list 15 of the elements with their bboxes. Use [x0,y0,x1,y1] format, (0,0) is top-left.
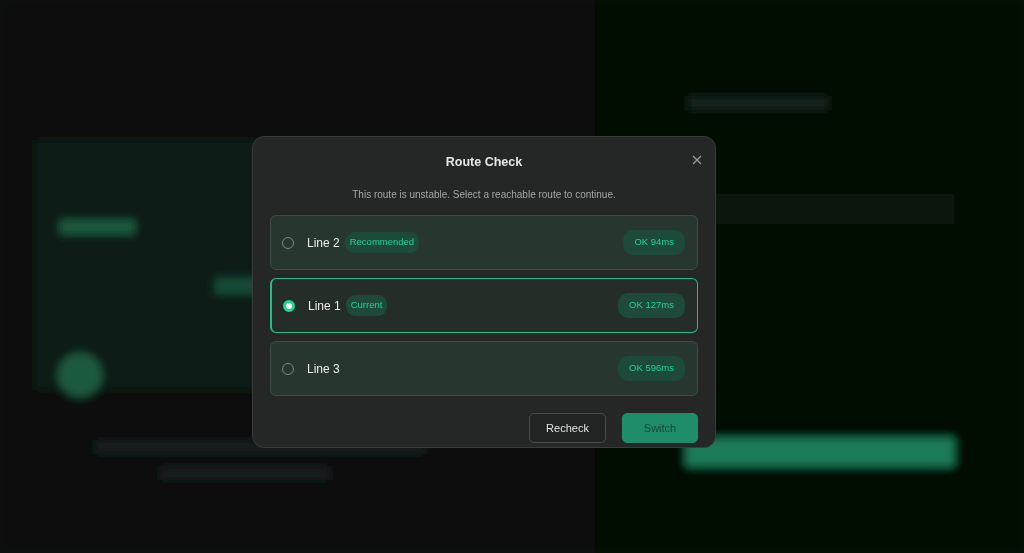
route-option[interactable]: Line 1 Current OK 127ms [270,278,698,333]
dialog-title: Route Check [445,154,523,171]
route-tag: Recommended [344,232,420,253]
radio-button[interactable] [283,299,295,312]
dialog-subtitle: This route is unstable. Select a reachable route to continue. [352,188,616,202]
route-tag: Current [345,295,388,316]
route-name: Line 1 [308,297,341,315]
latency-status: OK 596ms [618,356,685,381]
latency-status: OK 94ms [623,230,685,255]
latency-status: OK 127ms [618,293,685,318]
route-option[interactable]: Line 2 Recommended OK 94ms [270,215,698,270]
route-name: Line 3 [307,360,340,378]
route-name: Line 2 [307,234,340,252]
recheck-button[interactable]: Recheck [529,413,606,443]
route-option[interactable]: Line 3 OK 596ms [270,341,698,396]
